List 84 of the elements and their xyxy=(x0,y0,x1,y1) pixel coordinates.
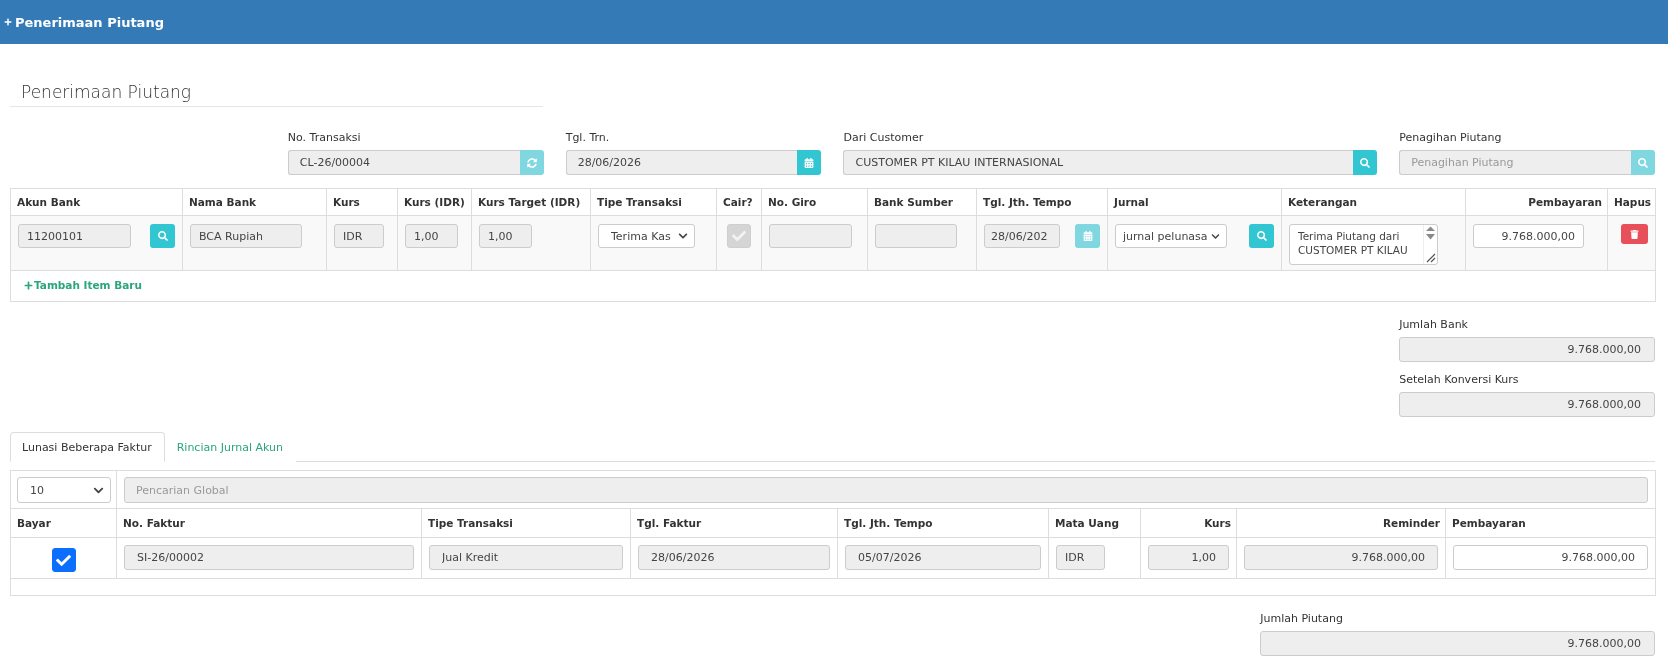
input-field[interactable]: 11200101 xyxy=(18,224,131,248)
column-header: Bank Sumber xyxy=(867,188,977,216)
date-field[interactable]: 05/07/2026 xyxy=(845,545,1041,570)
input-field[interactable]: 9.768.000,00 xyxy=(1260,631,1655,656)
search-icon xyxy=(1360,157,1371,168)
calendar-icon xyxy=(804,157,815,168)
select-field[interactable]: Terima Kas xyxy=(598,224,695,248)
trash-icon xyxy=(1630,229,1639,239)
checkbox[interactable] xyxy=(51,548,76,572)
column-header: Tgl. Jth. Tempo xyxy=(976,188,1108,216)
field-label: Setelah Konversi Kurs xyxy=(1399,373,1520,387)
column-header: Bayar xyxy=(10,508,117,538)
input-field[interactable]: 9.768.000,00 xyxy=(1399,337,1655,362)
column-header: Kurs xyxy=(1140,508,1237,538)
field-label: No. Transaksi xyxy=(287,131,362,145)
textarea-field[interactable]: Terima Piutang dari CUSTOMER PT KILAU xyxy=(1289,224,1438,265)
resize-grip-icon xyxy=(1425,253,1436,263)
input-field[interactable]: SI-26/00002 xyxy=(124,545,414,570)
field-label: Jumlah Bank xyxy=(1399,318,1469,332)
checkmark-icon xyxy=(732,229,746,243)
column-header: Cair? xyxy=(716,188,762,216)
page-title: Penerimaan Piutang xyxy=(10,81,543,107)
column-header: Jurnal xyxy=(1107,188,1282,216)
input-field[interactable]: CUSTOMER PT KILAU INTERNASIONAL xyxy=(843,150,1354,175)
input-field[interactable]: 9.768.000,00 xyxy=(1244,545,1438,570)
column-header: Akun Bank xyxy=(10,188,183,216)
column-header: No. Giro xyxy=(761,188,868,216)
input-field[interactable]: Penagihan Piutang xyxy=(1399,150,1631,175)
search-button[interactable] xyxy=(1353,150,1378,175)
column-header: Nama Bank xyxy=(182,188,327,216)
column-header: Kurs xyxy=(326,188,398,216)
refresh-icon xyxy=(526,157,537,168)
field-label: Tgl. Trn. xyxy=(565,131,611,145)
search-icon xyxy=(1638,157,1648,168)
scroll-arrows-icon xyxy=(1425,226,1436,240)
input-field[interactable]: 9.768.000,00 xyxy=(1473,224,1584,248)
chevron-down-icon xyxy=(678,231,688,241)
date-field[interactable]: 28/06/202 xyxy=(984,224,1060,248)
search-field[interactable]: Pencarian Global xyxy=(124,477,1648,503)
input-field[interactable] xyxy=(875,224,957,248)
column-header: Pembayaran xyxy=(1445,508,1656,538)
checkmark-icon xyxy=(56,552,71,568)
delete-button[interactable] xyxy=(1621,224,1648,244)
input-field[interactable]: 9.768.000,00 xyxy=(1453,545,1648,570)
tab[interactable]: Lunasi Beberapa Faktur xyxy=(10,432,165,462)
column-header: No. Faktur xyxy=(116,508,422,538)
column-header: Tipe Transaksi xyxy=(590,188,717,216)
header-title: Penerimaan Piutang xyxy=(15,14,164,30)
calendar-button[interactable] xyxy=(797,150,822,175)
date-field[interactable]: 28/06/2026 xyxy=(638,545,830,570)
input-field[interactable]: 1,00 xyxy=(405,224,458,248)
search-button[interactable] xyxy=(1249,224,1274,248)
input-field[interactable]: BCA Rupiah xyxy=(190,224,302,248)
column-header: Mata Uang xyxy=(1048,508,1141,538)
field-label: Penagihan Piutang xyxy=(1399,131,1503,145)
calendar-icon xyxy=(1082,231,1093,241)
column-header: Pembayaran xyxy=(1465,188,1608,216)
input-field[interactable]: CL-26/00004 xyxy=(287,150,520,175)
column-header: Tipe Transaksi xyxy=(421,508,631,538)
input-field[interactable]: 1,00 xyxy=(479,224,532,248)
column-header: Keterangan xyxy=(1281,188,1466,216)
column-header: Hapus xyxy=(1607,188,1656,216)
select-field[interactable]: jurnal pelunasa xyxy=(1115,224,1227,248)
input-field[interactable]: IDR xyxy=(334,224,384,248)
column-header: Kurs Target (IDR) xyxy=(471,188,591,216)
column-header: Tgl. Jth. Tempo xyxy=(837,508,1049,538)
search-icon xyxy=(1256,231,1267,241)
page-size-select[interactable]: 10 xyxy=(17,477,111,503)
column-header: Reminder xyxy=(1236,508,1446,538)
input-field[interactable]: 9.768.000,00 xyxy=(1399,392,1655,417)
field-label: Dari Customer xyxy=(843,131,925,145)
plus-icon xyxy=(4,18,12,26)
search-icon xyxy=(157,231,168,241)
input-field[interactable]: IDR xyxy=(1056,545,1105,570)
search-button[interactable] xyxy=(150,224,175,248)
input-field[interactable]: Jual Kredit xyxy=(429,545,623,570)
column-header: Kurs (IDR) xyxy=(397,188,472,216)
date-field[interactable]: 28/06/2026 xyxy=(565,150,798,175)
column-header: Tgl. Faktur xyxy=(630,508,838,538)
chevron-down-icon xyxy=(1211,231,1220,241)
plus-icon xyxy=(24,280,33,290)
input-field[interactable] xyxy=(769,224,852,248)
field-label: Jumlah Piutang xyxy=(1260,612,1344,626)
input-field[interactable]: 1,00 xyxy=(1148,545,1229,570)
